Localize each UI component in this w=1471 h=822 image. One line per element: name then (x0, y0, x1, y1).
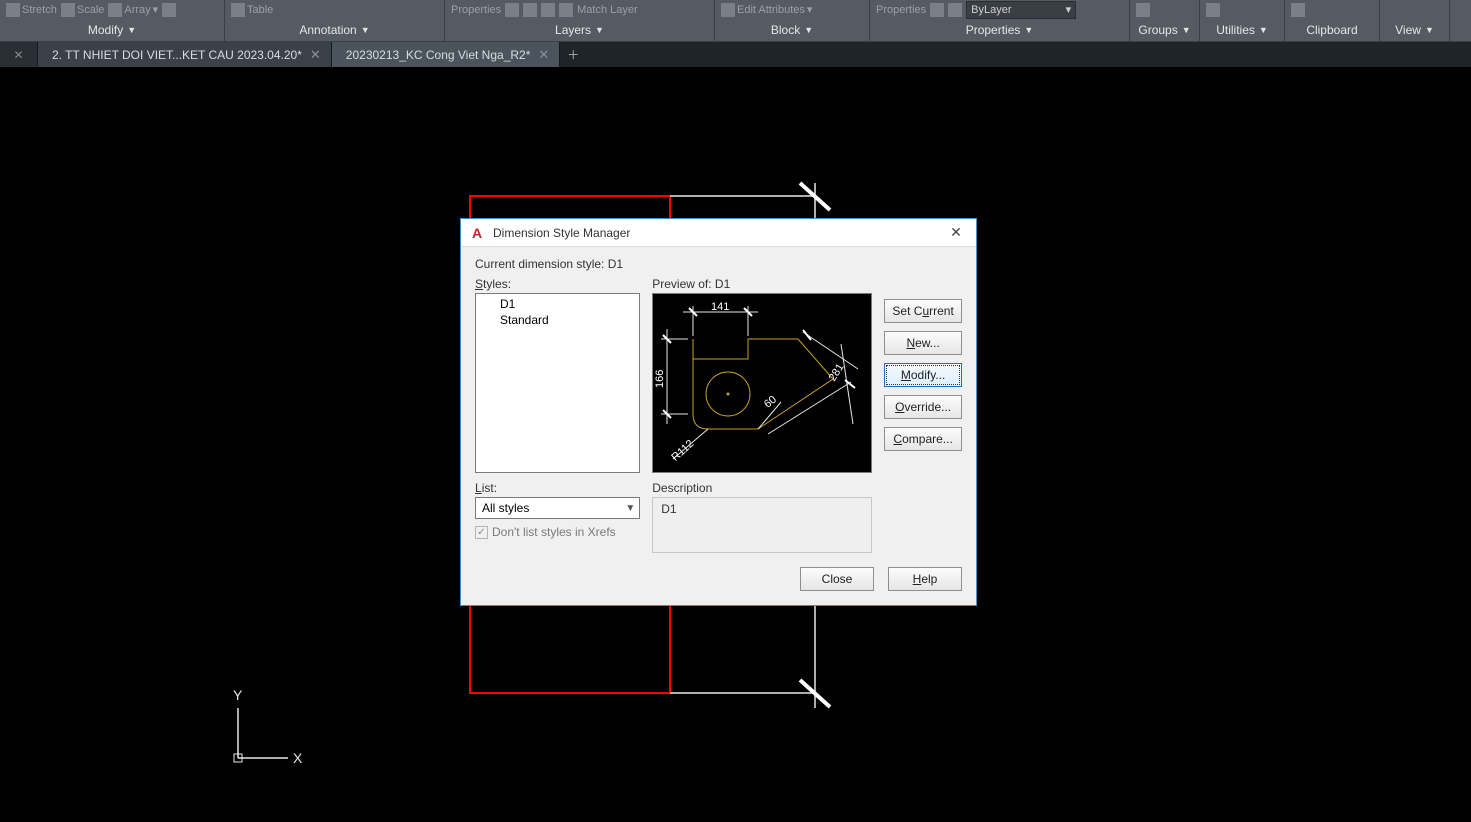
properties-tool[interactable]: Properties (876, 4, 926, 16)
override-button[interactable]: Override... (884, 395, 962, 419)
close-button[interactable]: Close (800, 567, 874, 591)
ribbon-panel-properties: Properties ByLayer▾ Properties▼ (870, 0, 1130, 41)
layer-tool-3[interactable] (541, 3, 555, 17)
styles-label: Styles: (475, 277, 640, 291)
new-button[interactable]: New... (884, 331, 962, 355)
dimension-style-manager-dialog: A Dimension Style Manager ✕ Current dime… (460, 218, 977, 606)
ribbon-panel-layers: Properties Match Layer Layers▼ (445, 0, 715, 41)
preview-dim-r112: R112 (670, 438, 697, 464)
edit-attributes-tool[interactable]: Edit Attributes ▾ (721, 3, 812, 17)
tab-start[interactable]: ✕ (0, 42, 38, 67)
ribbon-panel-utilities: Utilities▼ (1200, 0, 1285, 41)
style-item-standard[interactable]: Standard (476, 312, 639, 328)
current-style-label: Current dimension style: D1 (475, 257, 962, 271)
list-label: List: (475, 481, 640, 495)
panel-label-groups[interactable]: Groups▼ (1130, 20, 1199, 41)
ribbon-panel-clipboard: Clipboard (1285, 0, 1380, 41)
chevron-down-icon: ▼ (625, 503, 635, 514)
panel-label-annotation[interactable]: Annotation▼ (225, 20, 444, 41)
modify-tool-extra[interactable] (162, 3, 176, 17)
ucs-y-label: Y (233, 687, 243, 703)
layer-tool-4[interactable] (559, 3, 573, 17)
document-tabs: ✕ 2. TT NHIET DOI VIET...KET CAU 2023.04… (0, 42, 1471, 68)
close-icon[interactable]: ✕ (538, 47, 549, 63)
tab-add-button[interactable]: ＋ (560, 42, 586, 67)
prop-tool-1[interactable] (930, 3, 944, 17)
preview-dim-166: 166 (654, 370, 666, 388)
checkbox-icon: ✓ (475, 526, 488, 539)
ucs-x-label: X (293, 750, 303, 766)
scale-tool[interactable]: Scale (61, 3, 105, 17)
bylayer-dropdown[interactable]: ByLayer▾ (966, 1, 1076, 19)
dialog-close-button[interactable]: ✕ (936, 219, 976, 247)
array-tool[interactable]: Array ▾ (108, 3, 158, 17)
panel-label-properties[interactable]: Properties▼ (870, 20, 1129, 41)
list-filter-value: All styles (482, 501, 529, 515)
utilities-tool[interactable] (1206, 3, 1220, 17)
dialog-title: Dimension Style Manager (493, 226, 936, 240)
panel-label-view[interactable]: View▼ (1380, 20, 1449, 41)
ribbon-panel-annotation: Table Annotation▼ (225, 0, 445, 41)
panel-label-modify[interactable]: Modify▼ (0, 20, 224, 41)
close-icon[interactable]: ✕ (310, 47, 321, 63)
autocad-logo-icon: A (469, 225, 485, 241)
ucs-icon: X Y (228, 680, 318, 770)
style-item-d1[interactable]: D1 (476, 296, 639, 312)
doc-tab-1-label: 2. TT NHIET DOI VIET...KET CAU 2023.04.2… (52, 48, 302, 62)
match-layer-tool[interactable]: Match Layer (577, 4, 638, 16)
ribbon-panel-view: View▼ (1380, 0, 1450, 41)
dialog-titlebar[interactable]: A Dimension Style Manager ✕ (461, 219, 976, 247)
compare-button[interactable]: Compare... (884, 427, 962, 451)
description-box: D1 (652, 497, 872, 553)
list-filter-combo[interactable]: All styles ▼ (475, 497, 640, 519)
layer-tool-2[interactable] (523, 3, 537, 17)
preview-dim-281: 281 (827, 362, 847, 384)
set-current-button[interactable]: Set Current (884, 299, 962, 323)
styles-listbox[interactable]: D1 Standard (475, 293, 640, 473)
layer-properties-tool[interactable]: Properties (451, 4, 501, 16)
prop-tool-2[interactable] (948, 3, 962, 17)
doc-tab-2[interactable]: 20230213_KC Cong Viet Nga_R2* ✕ (332, 42, 561, 67)
description-label: Description (652, 481, 872, 495)
doc-tab-1[interactable]: 2. TT NHIET DOI VIET...KET CAU 2023.04.2… (38, 42, 332, 67)
description-value: D1 (661, 502, 676, 516)
panel-label-layers[interactable]: Layers▼ (445, 20, 714, 41)
ribbon-panel-modify: Stretch Scale Array ▾ Modify▼ (0, 0, 225, 41)
panel-label-utilities[interactable]: Utilities▼ (1200, 20, 1284, 41)
table-tool[interactable]: Table (231, 3, 273, 17)
groups-tool[interactable] (1136, 3, 1150, 17)
panel-label-clipboard[interactable]: Clipboard (1285, 20, 1379, 41)
dont-list-xrefs-checkbox[interactable]: ✓ Don't list styles in Xrefs (475, 525, 640, 539)
panel-label-block[interactable]: Block▼ (715, 20, 869, 41)
preview-dim-141: 141 (711, 301, 729, 313)
stretch-tool[interactable]: Stretch (6, 3, 57, 17)
ribbon-panel-block: Edit Attributes ▾ Block▼ (715, 0, 870, 41)
ribbon-panel-groups: Groups▼ (1130, 0, 1200, 41)
ribbon: Stretch Scale Array ▾ Modify▼ Table Anno… (0, 0, 1471, 42)
doc-tab-2-label: 20230213_KC Cong Viet Nga_R2* (346, 48, 531, 62)
modify-button[interactable]: Modify... (884, 363, 962, 387)
preview-label: Preview of: D1 (652, 277, 872, 291)
layer-tool-1[interactable] (505, 3, 519, 17)
clipboard-tool[interactable] (1291, 3, 1305, 17)
help-button[interactable]: Help (888, 567, 962, 591)
preview-box: 141 166 281 60 R112 (652, 293, 872, 473)
